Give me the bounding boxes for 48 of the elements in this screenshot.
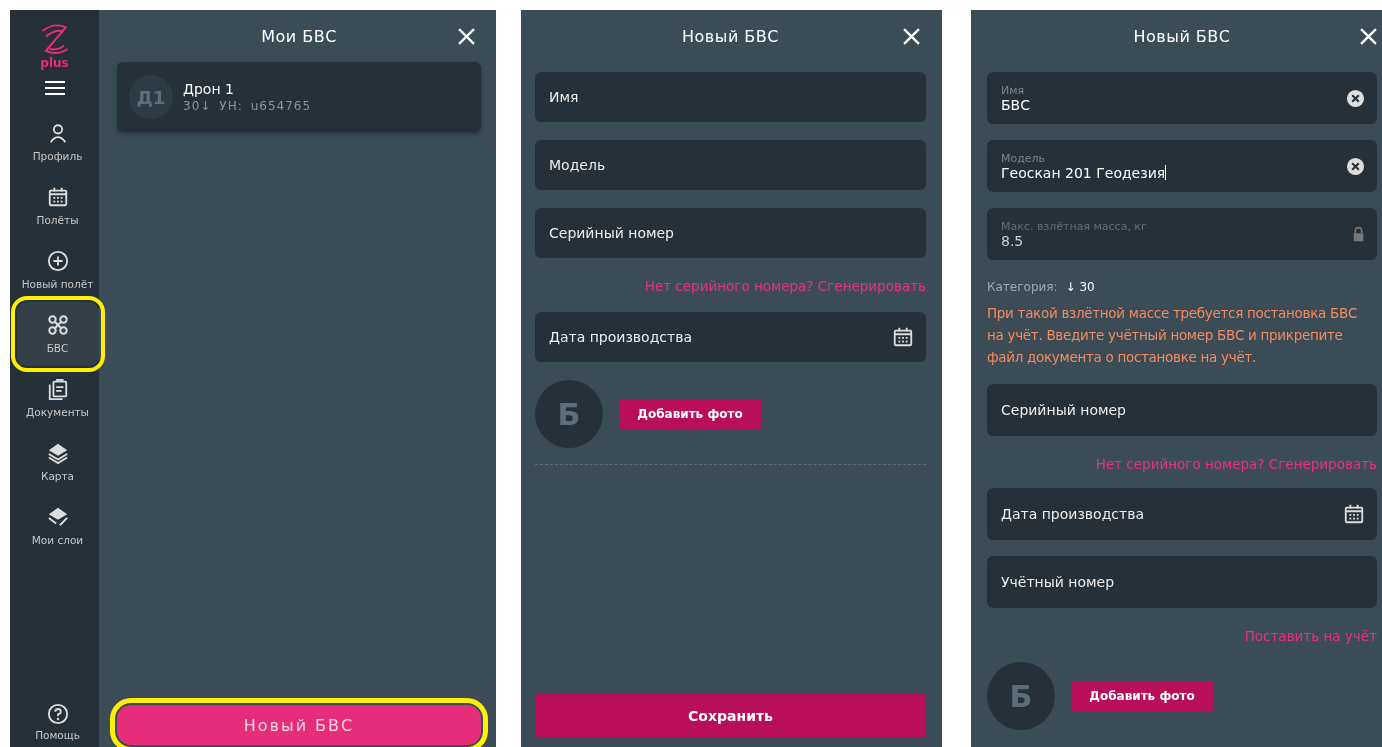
clear-icon[interactable] — [1346, 156, 1365, 176]
help-icon — [46, 703, 69, 725]
avatar-circle: Б — [535, 380, 603, 448]
category-label: Категория: — [987, 280, 1058, 294]
input-field[interactable]: Серийный номер — [535, 208, 926, 258]
clipboard-icon — [46, 378, 69, 400]
input-field[interactable]: Имя — [535, 72, 926, 122]
registration-number: u654765 — [250, 99, 312, 113]
category-value: ↓ 30 — [1065, 280, 1095, 294]
warning-text: При такой взлётной массе требуется постановка БВС на учёт. Введите учётный номер БВС и прикрепите файл документа о постановке на учёт. — [987, 304, 1359, 367]
drone-name: Дрон 1 — [183, 81, 235, 97]
avatar-circle: Б — [987, 662, 1055, 730]
panel-title: Новый БВС — [682, 26, 779, 46]
nav-item[interactable]: Карта — [16, 430, 99, 494]
input-field[interactable]: Модель — [535, 140, 926, 190]
lock-icon — [1352, 226, 1365, 242]
save-button[interactable]: Сохранить — [535, 694, 926, 737]
input-field[interactable]: Дата производства — [987, 488, 1377, 540]
nav-item[interactable]: Полёты — [16, 174, 99, 238]
panel-title: Новый БВС — [1133, 26, 1231, 46]
nav-item[interactable]: Мои слои — [16, 494, 99, 558]
add-photo-button[interactable]: Добавить фото — [619, 399, 761, 429]
logo-text: plus — [40, 56, 69, 70]
calendar-icon[interactable] — [892, 326, 914, 348]
quadcopter-icon — [46, 314, 69, 336]
layers-pencil-icon — [46, 506, 69, 528]
input-field[interactable]: Модель Геоскан 201 Геодезия — [987, 140, 1377, 192]
input-field[interactable]: Дата производства — [535, 312, 926, 362]
panel-title: Мои БВС — [261, 26, 337, 46]
add-circle-icon — [46, 250, 69, 272]
close-icon[interactable] — [903, 28, 920, 45]
close-icon[interactable] — [1360, 28, 1377, 45]
nav-item[interactable]: Документы — [16, 366, 99, 430]
calendar-icon — [46, 186, 69, 208]
layers-icon — [46, 442, 69, 464]
close-icon[interactable] — [458, 28, 475, 45]
nav-item[interactable]: Профиль — [16, 110, 99, 174]
input-field[interactable]: Серийный номер — [987, 384, 1377, 436]
category-text: 30↓ — [183, 99, 212, 113]
clear-icon[interactable] — [1346, 88, 1365, 108]
input-field[interactable]: Учётный номер — [987, 556, 1377, 608]
add-photo-button[interactable]: Добавить фото — [1071, 681, 1213, 711]
input-field[interactable]: Имя БВС — [987, 72, 1377, 124]
help-nav-item[interactable]: Помощь — [16, 697, 99, 747]
nav-item[interactable]: Новый полёт — [16, 238, 99, 302]
menu-icon[interactable] — [44, 80, 65, 96]
registration-label: УН: — [219, 99, 243, 113]
calendar-icon[interactable] — [1343, 503, 1365, 525]
